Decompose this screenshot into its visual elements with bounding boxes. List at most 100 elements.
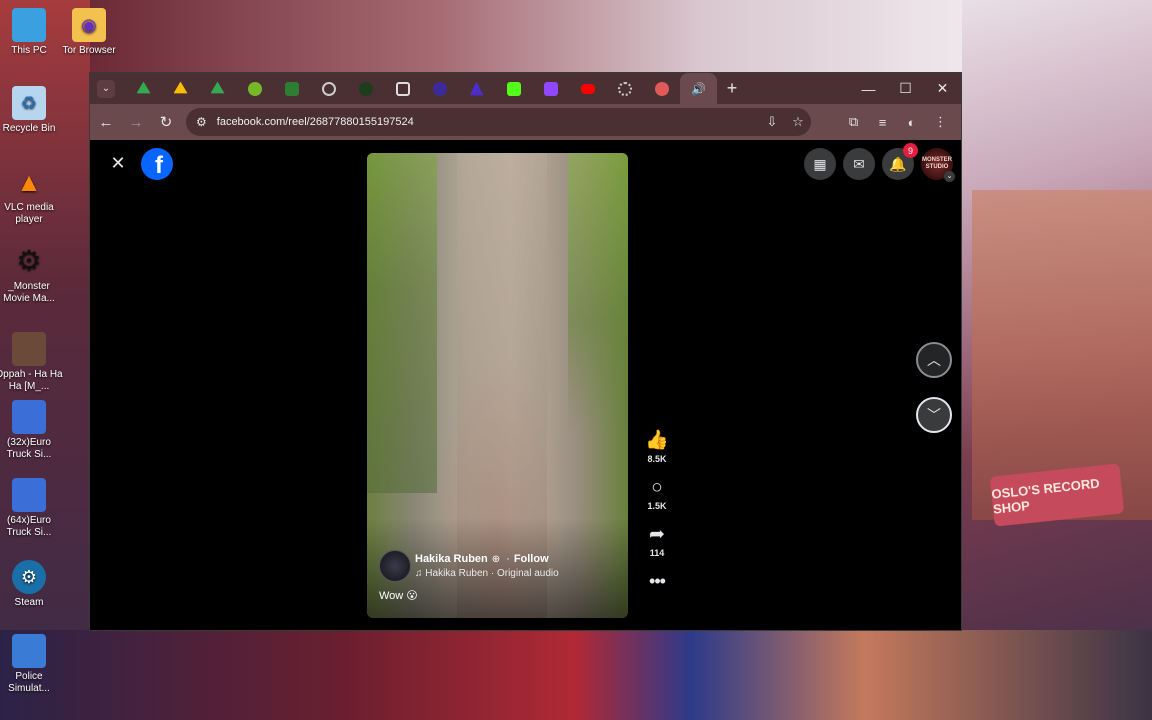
close-reel-button[interactable]: ✕	[104, 149, 132, 177]
close-window-button[interactable]: ✕	[924, 73, 961, 104]
desktop-icon-vlc[interactable]: ▲ VLC media player	[0, 165, 64, 226]
tor-browser-icon: ◉	[72, 8, 106, 42]
previous-reel-button[interactable]: ︿	[916, 342, 952, 378]
reel-video[interactable]: Hakika Ruben ⊕ · Follow ♫ Hakika Ruben ·…	[367, 153, 628, 618]
address-bar[interactable]: ⚙ facebook.com/reel/26877880155197524 ⇩ …	[186, 108, 811, 136]
messenger-icon: ✉	[853, 155, 865, 172]
messenger-button[interactable]: ✉	[843, 148, 875, 180]
tab-app-1[interactable]	[347, 73, 384, 104]
browser-menu-icon[interactable]: ⋮	[926, 108, 955, 136]
app-icon	[469, 81, 484, 96]
euro-truck-icon	[12, 400, 46, 434]
desktop-icon-label: Oppah - Ha Ha Ha [M_...	[0, 369, 63, 392]
tab-google-drive-1[interactable]	[125, 73, 162, 104]
tab-app-4[interactable]	[643, 73, 680, 104]
image-icon	[395, 81, 410, 96]
facebook-logo[interactable]: f	[141, 148, 173, 180]
forward-button[interactable]: →	[122, 108, 150, 136]
tab-search-button[interactable]: ⌄	[97, 79, 115, 98]
browser-window: ⌄ 🔊 + — ☐ ✕ ← → ↻ ⚙ facebook.com/reel/26…	[89, 72, 962, 631]
youtube-icon	[580, 83, 595, 94]
url-text: facebook.com/reel/26877880155197524	[216, 116, 414, 128]
profile-icon[interactable]: ◐	[897, 108, 926, 136]
tab-app-2[interactable]	[421, 73, 458, 104]
desktop-icon-label: (32x)Euro Truck Si...	[6, 437, 52, 460]
toolbar-actions: ⧉ ≡ ◐ ⋮	[839, 108, 955, 136]
tab-twitch[interactable]	[532, 73, 569, 104]
comment-button[interactable]: ○ 1.5K	[642, 477, 672, 511]
desktop-icon-label: Tor Browser	[62, 45, 116, 56]
like-button[interactable]: 👍 8.5K	[642, 430, 672, 464]
tab-youtube[interactable]	[569, 73, 606, 104]
tab-google-drive-3[interactable]	[199, 73, 236, 104]
steam-icon: ⚙	[12, 560, 46, 594]
like-count: 8.5K	[647, 454, 667, 464]
desktop-icon-euro-truck-64[interactable]: (64x)Euro Truck Si...	[0, 478, 64, 539]
reel-actions: 👍 8.5K ○ 1.5K ➦ 114 •••	[642, 430, 672, 592]
more-options-button[interactable]: •••	[642, 571, 672, 592]
bookmark-star-icon[interactable]: ☆	[785, 114, 811, 130]
monitor-icon	[12, 8, 46, 42]
globe-icon	[321, 81, 336, 96]
share-button[interactable]: ➦ 114	[642, 524, 672, 558]
new-tab-button[interactable]: +	[717, 78, 747, 99]
desktop-icon-label: Police Simulat...	[8, 671, 50, 694]
site-info-icon[interactable]: ⚙	[196, 115, 207, 129]
tab-globe[interactable]	[310, 73, 347, 104]
tab-st[interactable]	[273, 73, 310, 104]
google-drive-icon	[173, 81, 188, 94]
maximize-button[interactable]: ☐	[887, 73, 924, 104]
tab-loading[interactable]	[606, 73, 643, 104]
speaker-icon: 🔊	[691, 81, 706, 96]
tab-image[interactable]	[384, 73, 421, 104]
desktop-icon-label: Steam	[14, 597, 44, 608]
recycle-bin-icon: ♻	[12, 86, 46, 120]
extensions-icon[interactable]: ⧉	[839, 108, 868, 136]
tab-utorrent[interactable]	[236, 73, 273, 104]
utorrent-icon	[247, 81, 262, 96]
back-button[interactable]: ←	[92, 108, 120, 136]
tab-kick[interactable]	[495, 73, 532, 104]
reload-button[interactable]: ↻	[152, 108, 180, 136]
desktop-icon-tor-browser[interactable]: ◉ Tor Browser	[54, 8, 124, 57]
facebook-reel-page: ✕ f ▦ ✉ 🔔 9 MONSTER STUDIO ⌄ Hakika Rube…	[90, 140, 961, 630]
chevron-down-icon: ﹀	[927, 407, 941, 423]
menu-grid-button[interactable]: ▦	[804, 148, 836, 180]
reel-audio[interactable]: Hakika Ruben · Original audio	[425, 568, 558, 579]
share-icon: ➦	[649, 524, 665, 545]
tab-google-drive-2[interactable]	[162, 73, 199, 104]
twitch-icon	[543, 81, 558, 96]
desktop-icon-recycle-bin[interactable]: ♻ Recycle Bin	[0, 86, 64, 135]
globe-icon: ⊕	[491, 553, 501, 565]
desktop-icon-oppah-video[interactable]: Oppah - Ha Ha Ha [M_...	[0, 332, 64, 393]
desktop-icon-label: Recycle Bin	[2, 123, 56, 134]
notification-badge: 9	[903, 143, 918, 158]
follow-button[interactable]: Follow	[514, 553, 549, 565]
window-controls: — ☐ ✕	[850, 73, 961, 104]
ellipsis-icon: •••	[649, 571, 666, 591]
author-name[interactable]: Hakika Ruben	[415, 553, 488, 565]
chevron-up-icon: ︿	[927, 352, 941, 368]
desktop-icon-label: VLC media player	[4, 202, 54, 225]
next-reel-button[interactable]: ﹀	[916, 397, 952, 433]
desktop-icon-monster-movie[interactable]: ⚙ _Monster Movie Ma...	[0, 244, 64, 305]
desktop-icon-euro-truck-32[interactable]: (32x)Euro Truck Si...	[0, 400, 64, 461]
tab-facebook-reel[interactable]: 🔊	[680, 73, 717, 104]
desktop-icon-steam[interactable]: ⚙ Steam	[0, 560, 64, 609]
video-file-icon	[12, 332, 46, 366]
reel-author-row: Hakika Ruben ⊕ · Follow ♫ Hakika Ruben ·…	[379, 550, 559, 582]
avatar-text: MONSTER STUDIO	[922, 157, 952, 170]
loading-icon	[617, 81, 632, 96]
tab-app-3[interactable]	[458, 73, 495, 104]
comment-count: 1.5K	[647, 501, 667, 511]
minimize-button[interactable]: —	[850, 73, 887, 104]
media-controls-icon[interactable]: ≡	[868, 108, 897, 136]
st-icon	[284, 81, 299, 96]
author-avatar[interactable]	[379, 550, 411, 582]
account-avatar[interactable]: MONSTER STUDIO ⌄	[921, 148, 955, 182]
reel-caption: Wow 😮	[379, 590, 418, 602]
install-app-icon[interactable]: ⇩	[759, 114, 785, 130]
notifications-button[interactable]: 🔔 9	[882, 143, 918, 180]
desktop-icon-police-sim[interactable]: Police Simulat...	[0, 634, 64, 695]
bell-icon: 🔔	[889, 155, 907, 172]
